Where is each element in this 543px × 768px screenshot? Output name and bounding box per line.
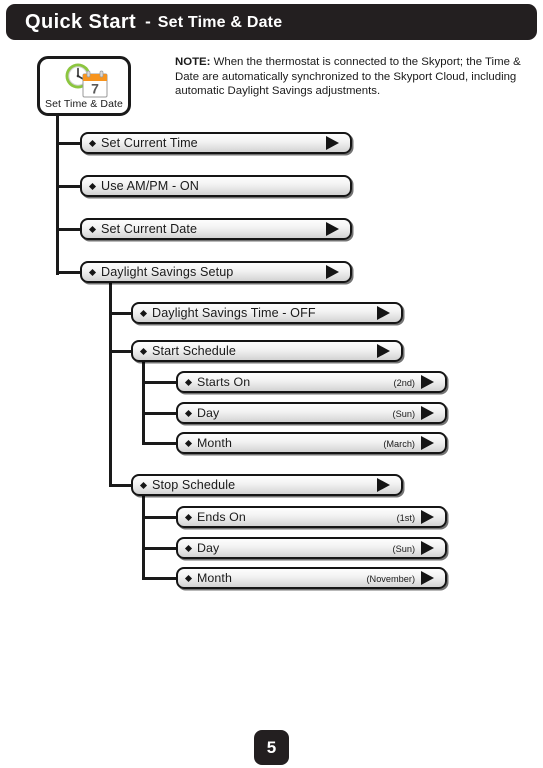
chevron-right-icon[interactable]: [326, 265, 339, 279]
menu-item-value: (1st): [396, 512, 415, 523]
menu-item-set-current-time[interactable]: Set Current Time: [80, 132, 352, 154]
chevron-right-icon[interactable]: [421, 406, 434, 420]
menu-item-label: Use AM/PM - ON: [101, 178, 199, 193]
menu-item-start-schedule[interactable]: Start Schedule: [131, 340, 403, 362]
menu-item-value: (Sun): [392, 543, 415, 554]
bullet-icon: [88, 268, 97, 276]
chevron-right-icon[interactable]: [421, 375, 434, 389]
bullet-icon: [184, 513, 193, 521]
menu-item-label: Daylight Savings Setup: [101, 264, 234, 279]
bullet-icon: [88, 182, 97, 190]
chevron-right-icon[interactable]: [421, 510, 434, 524]
connector-branch-start-2: [142, 412, 178, 415]
menu-item-starts-on[interactable]: Starts On (2nd): [176, 371, 447, 393]
chevron-right-icon[interactable]: [377, 478, 390, 492]
chevron-right-icon[interactable]: [377, 306, 390, 320]
menu-item-stop-month[interactable]: Month (November): [176, 567, 447, 589]
note-text: NOTE: When the thermostat is connected t…: [175, 55, 538, 99]
chevron-right-icon[interactable]: [421, 541, 434, 555]
note-body: When the thermostat is connected to the …: [175, 56, 521, 98]
page-title: Quick Start: [25, 10, 137, 33]
menu-item-label: Day: [197, 540, 220, 555]
icon-card-label: Set Time & Date: [45, 98, 123, 110]
page-number-badge: 5: [254, 730, 289, 765]
menu-item-stop-day[interactable]: Day (Sun): [176, 537, 447, 559]
connector-branch-level1-3: [56, 228, 82, 231]
menu-item-daylight-savings-time[interactable]: Daylight Savings Time - OFF: [131, 302, 403, 324]
bullet-icon: [88, 139, 97, 147]
connector-branch-level1-1: [56, 142, 82, 145]
connector-trunk-start-children: [142, 361, 145, 443]
connector-branch-stop-3: [142, 577, 178, 580]
connector-branch-level1-4: [56, 271, 82, 274]
connector-branch-start-3: [142, 442, 178, 445]
menu-item-label: Stop Schedule: [152, 477, 236, 492]
page-subtitle: Set Time & Date: [157, 14, 283, 31]
chevron-right-icon[interactable]: [421, 436, 434, 450]
menu-item-label: Set Current Time: [101, 135, 198, 150]
page-number: 5: [266, 737, 277, 757]
connector-branch-start-1: [142, 381, 178, 384]
note-prefix: NOTE:: [175, 56, 211, 68]
bullet-icon: [139, 309, 148, 317]
menu-item-label: Start Schedule: [152, 343, 237, 358]
menu-item-daylight-savings-setup[interactable]: Daylight Savings Setup: [80, 261, 352, 283]
clock-calendar-icon: 7: [58, 61, 116, 101]
chevron-right-icon[interactable]: [326, 222, 339, 236]
connector-trunk-stop-children: [142, 495, 145, 577]
bullet-icon: [184, 378, 193, 386]
bullet-icon: [184, 574, 193, 582]
chevron-right-icon[interactable]: [326, 136, 339, 150]
svg-text:7: 7: [91, 81, 99, 97]
page-header: Quick Start - Set Time & Date: [6, 4, 537, 40]
bullet-icon: [139, 347, 148, 355]
menu-item-ends-on[interactable]: Ends On (1st): [176, 506, 447, 528]
menu-item-label: Starts On: [197, 374, 251, 389]
bullet-icon: [184, 409, 193, 417]
menu-item-stop-schedule[interactable]: Stop Schedule: [131, 474, 403, 496]
menu-item-value: (November): [366, 573, 416, 584]
set-time-date-icon-card[interactable]: 7 Set Time & Date: [37, 56, 131, 116]
menu-item-value: (2nd): [393, 377, 415, 388]
connector-branch-level1-2: [56, 185, 82, 188]
menu-item-label: Month: [197, 570, 232, 585]
menu-item-value: (Sun): [392, 408, 415, 419]
menu-item-label: Daylight Savings Time - OFF: [152, 305, 316, 320]
menu-item-start-day[interactable]: Day (Sun): [176, 402, 447, 424]
bullet-icon: [184, 544, 193, 552]
menu-item-start-month[interactable]: Month (March): [176, 432, 447, 454]
connector-branch-stop-1: [142, 516, 178, 519]
connector-branch-stop-2: [142, 547, 178, 550]
bullet-icon: [139, 481, 148, 489]
bullet-icon: [88, 225, 97, 233]
chevron-right-icon[interactable]: [377, 344, 390, 358]
menu-item-value: (March): [383, 438, 415, 449]
menu-item-label: Ends On: [197, 509, 246, 524]
menu-item-label: Month: [197, 435, 232, 450]
bullet-icon: [184, 439, 193, 447]
menu-item-label: Day: [197, 405, 220, 420]
menu-item-label: Set Current Date: [101, 221, 198, 236]
menu-item-use-am-pm[interactable]: Use AM/PM - ON: [80, 175, 352, 197]
chevron-right-icon[interactable]: [421, 571, 434, 585]
connector-trunk-level1: [56, 116, 59, 275]
menu-item-set-current-date[interactable]: Set Current Date: [80, 218, 352, 240]
header-separator: -: [145, 12, 151, 31]
